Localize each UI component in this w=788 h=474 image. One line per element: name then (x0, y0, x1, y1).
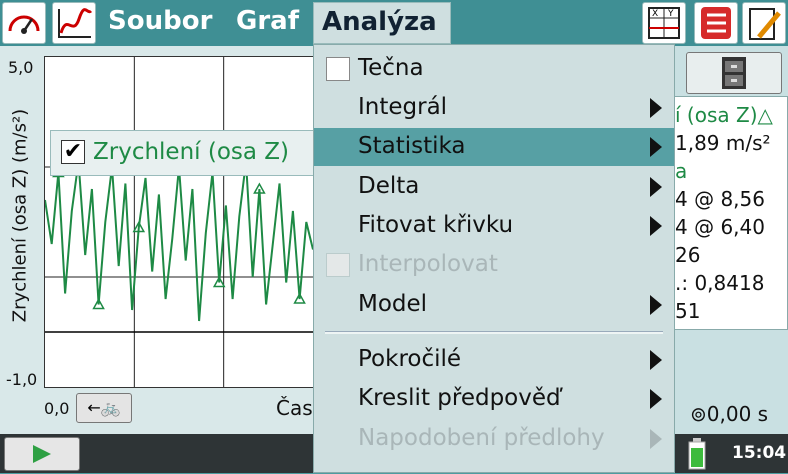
battery-icon (687, 438, 707, 470)
x-axis-label: Čas (276, 396, 313, 420)
svg-text:X: X (652, 9, 658, 19)
submenu-arrow-icon (650, 98, 662, 118)
clock: 15:04 (732, 443, 787, 463)
svg-text:Y: Y (667, 9, 674, 19)
submenu-arrow-icon (650, 295, 662, 315)
file-cabinet-icon (722, 57, 746, 89)
menu-item-integral[interactable]: Integrál (314, 89, 674, 127)
y-axis-min: -1,0 (6, 370, 38, 389)
menu-item-delta[interactable]: Delta (314, 168, 674, 206)
notes-icon[interactable] (742, 2, 786, 44)
menu-file[interactable]: Soubor (108, 6, 212, 36)
table-icon[interactable]: XY (642, 2, 686, 44)
tangent-checkbox[interactable] (326, 57, 350, 81)
menu-item-statistics[interactable]: Statistika (314, 128, 674, 166)
menu-item-label: Model (358, 291, 428, 317)
legend-checkbox[interactable]: ✔ (61, 140, 85, 164)
x-axis-scroll-button[interactable]: ←🚲 (76, 393, 132, 423)
submenu-arrow-icon (650, 429, 662, 449)
acceleration-chart (44, 57, 314, 387)
analysis-dropdown-menu: Tečna Integrál Statistika Delta Fitovat … (313, 44, 675, 473)
menu-item-model[interactable]: Model (314, 286, 674, 324)
menu-item-tangent[interactable]: Tečna (314, 50, 674, 88)
submenu-arrow-icon (650, 137, 662, 157)
plot-area[interactable] (44, 56, 314, 388)
menu-item-label: Kreslit předpověď (358, 385, 561, 411)
submenu-arrow-icon (650, 350, 662, 370)
legend-label: Zrychlení (osa Z) (93, 139, 290, 165)
stats-line: 51 (675, 299, 701, 323)
list-icon[interactable] (694, 2, 738, 44)
submenu-arrow-icon (650, 177, 662, 197)
stats-line: .: 0,8418 (675, 271, 765, 295)
menu-item-label: Pokročilé (358, 346, 462, 372)
stats-line: 4 @ 8,56 (675, 187, 765, 211)
menu-item-draw-prediction[interactable]: Kreslit předpověď (314, 380, 674, 418)
time-display: ⊚0,00 s (690, 402, 769, 426)
menu-item-label: Statistika (358, 133, 466, 159)
stats-line: 1,89 m/s² (675, 131, 771, 155)
stats-line: í (osa Z)△ (675, 103, 773, 127)
submenu-arrow-icon (650, 216, 662, 236)
graph-icon[interactable] (52, 2, 96, 44)
menu-separator (325, 331, 663, 334)
menu-analysis[interactable]: Analýza (313, 2, 451, 44)
x-axis-start: 0,0 (44, 399, 70, 418)
legend[interactable]: ✔ Zrychlení (osa Z) (50, 130, 316, 176)
menu-graph[interactable]: Graf (236, 6, 299, 36)
y-axis-label: Zrychlení (osa Z) (m/s²) (9, 108, 31, 323)
file-cabinet-button[interactable] (686, 52, 782, 94)
play-button[interactable] (4, 437, 80, 471)
statistics-box: í (osa Z)△ 1,89 m/s² a 4 @ 8,56 4 @ 6,40… (662, 96, 788, 330)
interpolate-checkbox (326, 253, 350, 277)
stats-line: 26 (675, 243, 701, 267)
menu-item-advanced[interactable]: Pokročilé (314, 341, 674, 379)
menu-item-label: Napodobení předlohy (358, 425, 605, 451)
menu-item-pattern-matching: Napodobení předlohy (314, 420, 674, 458)
meter-icon[interactable] (2, 2, 46, 44)
series-line (44, 161, 314, 322)
menu-item-label: Interpolovat (358, 251, 498, 277)
stats-line: a (675, 159, 688, 183)
menu-item-curve-fit[interactable]: Fitovat křivku (314, 207, 674, 245)
menu-item-label: Fitovat křivku (358, 212, 514, 238)
menu-item-label: Integrál (358, 94, 448, 120)
play-icon (33, 445, 51, 463)
menu-analysis-label: Analýza (322, 7, 437, 37)
stats-line: 4 @ 6,40 (675, 215, 765, 239)
submenu-arrow-icon (650, 389, 662, 409)
menu-item-label: Tečna (358, 55, 424, 81)
menu-item-interpolate: Interpolovat (314, 246, 674, 284)
menu-item-label: Delta (358, 173, 420, 199)
